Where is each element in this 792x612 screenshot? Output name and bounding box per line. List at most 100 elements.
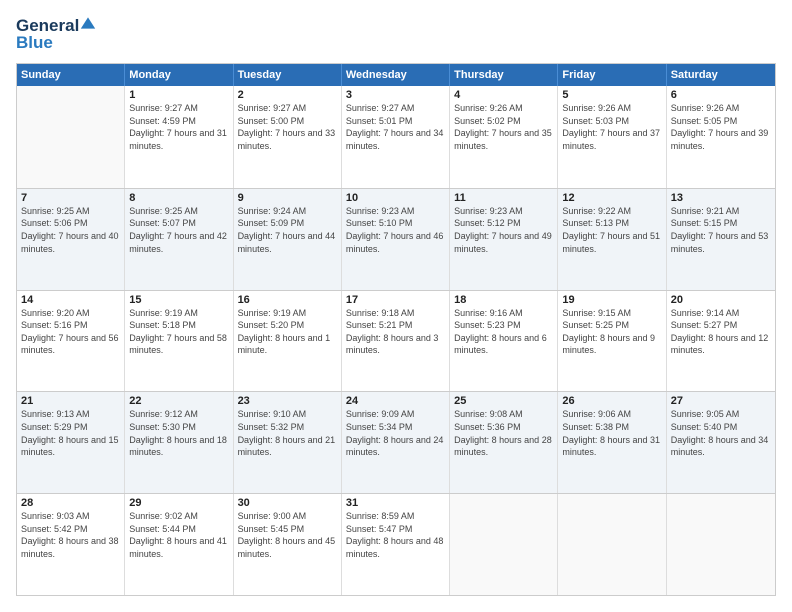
cell-day: 14 bbox=[21, 294, 120, 306]
calendar-cell: 26Sunrise: 9:06 AM Sunset: 5:38 PM Dayli… bbox=[558, 392, 666, 493]
cell-day: 6 bbox=[671, 89, 771, 101]
calendar-cell: 30Sunrise: 9:00 AM Sunset: 5:45 PM Dayli… bbox=[234, 494, 342, 595]
calendar-cell: 5Sunrise: 9:26 AM Sunset: 5:03 PM Daylig… bbox=[558, 86, 666, 188]
cell-day: 24 bbox=[346, 395, 445, 407]
cell-day: 26 bbox=[562, 395, 661, 407]
cell-info: Sunrise: 9:26 AM Sunset: 5:03 PM Dayligh… bbox=[562, 102, 661, 152]
calendar-cell: 13Sunrise: 9:21 AM Sunset: 5:15 PM Dayli… bbox=[667, 189, 775, 290]
cell-info: Sunrise: 9:19 AM Sunset: 5:18 PM Dayligh… bbox=[129, 307, 228, 357]
cell-info: Sunrise: 9:13 AM Sunset: 5:29 PM Dayligh… bbox=[21, 408, 120, 458]
cell-info: Sunrise: 8:59 AM Sunset: 5:47 PM Dayligh… bbox=[346, 510, 445, 560]
cell-day: 9 bbox=[238, 192, 337, 204]
cell-day: 18 bbox=[454, 294, 553, 306]
cell-info: Sunrise: 9:15 AM Sunset: 5:25 PM Dayligh… bbox=[562, 307, 661, 357]
calendar-cell: 8Sunrise: 9:25 AM Sunset: 5:07 PM Daylig… bbox=[125, 189, 233, 290]
cell-info: Sunrise: 9:26 AM Sunset: 5:02 PM Dayligh… bbox=[454, 102, 553, 152]
calendar-cell: 7Sunrise: 9:25 AM Sunset: 5:06 PM Daylig… bbox=[17, 189, 125, 290]
calendar-cell: 23Sunrise: 9:10 AM Sunset: 5:32 PM Dayli… bbox=[234, 392, 342, 493]
cell-day: 13 bbox=[671, 192, 771, 204]
calendar-body: 1Sunrise: 9:27 AM Sunset: 4:59 PM Daylig… bbox=[17, 86, 775, 595]
cell-info: Sunrise: 9:14 AM Sunset: 5:27 PM Dayligh… bbox=[671, 307, 771, 357]
calendar-cell: 2Sunrise: 9:27 AM Sunset: 5:00 PM Daylig… bbox=[234, 86, 342, 188]
col-header-tuesday: Tuesday bbox=[234, 64, 342, 86]
calendar-cell bbox=[558, 494, 666, 595]
col-header-saturday: Saturday bbox=[667, 64, 775, 86]
cell-info: Sunrise: 9:05 AM Sunset: 5:40 PM Dayligh… bbox=[671, 408, 771, 458]
cell-info: Sunrise: 9:23 AM Sunset: 5:10 PM Dayligh… bbox=[346, 205, 445, 255]
page: General Blue SundayMondayTuesdayWednesda… bbox=[0, 0, 792, 612]
calendar-cell: 17Sunrise: 9:18 AM Sunset: 5:21 PM Dayli… bbox=[342, 291, 450, 392]
cell-day: 28 bbox=[21, 497, 120, 509]
cell-day: 20 bbox=[671, 294, 771, 306]
cell-info: Sunrise: 9:25 AM Sunset: 5:06 PM Dayligh… bbox=[21, 205, 120, 255]
cell-day: 30 bbox=[238, 497, 337, 509]
calendar-cell: 24Sunrise: 9:09 AM Sunset: 5:34 PM Dayli… bbox=[342, 392, 450, 493]
cell-day: 15 bbox=[129, 294, 228, 306]
logo-triangle-icon bbox=[80, 15, 96, 31]
calendar-cell: 22Sunrise: 9:12 AM Sunset: 5:30 PM Dayli… bbox=[125, 392, 233, 493]
calendar-cell: 29Sunrise: 9:02 AM Sunset: 5:44 PM Dayli… bbox=[125, 494, 233, 595]
cell-info: Sunrise: 9:27 AM Sunset: 4:59 PM Dayligh… bbox=[129, 102, 228, 152]
cell-info: Sunrise: 9:27 AM Sunset: 5:01 PM Dayligh… bbox=[346, 102, 445, 152]
cell-day: 1 bbox=[129, 89, 228, 101]
cell-day: 17 bbox=[346, 294, 445, 306]
calendar-cell: 16Sunrise: 9:19 AM Sunset: 5:20 PM Dayli… bbox=[234, 291, 342, 392]
calendar-cell: 6Sunrise: 9:26 AM Sunset: 5:05 PM Daylig… bbox=[667, 86, 775, 188]
cell-info: Sunrise: 9:12 AM Sunset: 5:30 PM Dayligh… bbox=[129, 408, 228, 458]
calendar-cell: 27Sunrise: 9:05 AM Sunset: 5:40 PM Dayli… bbox=[667, 392, 775, 493]
calendar-week-0: 1Sunrise: 9:27 AM Sunset: 4:59 PM Daylig… bbox=[17, 86, 775, 188]
cell-day: 23 bbox=[238, 395, 337, 407]
logo-blue-label: Blue bbox=[16, 33, 53, 53]
cell-day: 7 bbox=[21, 192, 120, 204]
calendar-cell: 20Sunrise: 9:14 AM Sunset: 5:27 PM Dayli… bbox=[667, 291, 775, 392]
calendar-cell bbox=[667, 494, 775, 595]
cell-day: 10 bbox=[346, 192, 445, 204]
cell-info: Sunrise: 9:21 AM Sunset: 5:15 PM Dayligh… bbox=[671, 205, 771, 255]
calendar-week-4: 28Sunrise: 9:03 AM Sunset: 5:42 PM Dayli… bbox=[17, 493, 775, 595]
cell-day: 5 bbox=[562, 89, 661, 101]
calendar-cell: 18Sunrise: 9:16 AM Sunset: 5:23 PM Dayli… bbox=[450, 291, 558, 392]
cell-day: 31 bbox=[346, 497, 445, 509]
calendar-cell: 15Sunrise: 9:19 AM Sunset: 5:18 PM Dayli… bbox=[125, 291, 233, 392]
col-header-monday: Monday bbox=[125, 64, 233, 86]
cell-day: 3 bbox=[346, 89, 445, 101]
cell-day: 29 bbox=[129, 497, 228, 509]
calendar-cell: 21Sunrise: 9:13 AM Sunset: 5:29 PM Dayli… bbox=[17, 392, 125, 493]
cell-info: Sunrise: 9:18 AM Sunset: 5:21 PM Dayligh… bbox=[346, 307, 445, 357]
col-header-thursday: Thursday bbox=[450, 64, 558, 86]
calendar-cell: 3Sunrise: 9:27 AM Sunset: 5:01 PM Daylig… bbox=[342, 86, 450, 188]
cell-info: Sunrise: 9:10 AM Sunset: 5:32 PM Dayligh… bbox=[238, 408, 337, 458]
cell-info: Sunrise: 9:16 AM Sunset: 5:23 PM Dayligh… bbox=[454, 307, 553, 357]
cell-day: 21 bbox=[21, 395, 120, 407]
header: General Blue bbox=[16, 16, 776, 53]
calendar-week-3: 21Sunrise: 9:13 AM Sunset: 5:29 PM Dayli… bbox=[17, 391, 775, 493]
calendar-cell: 1Sunrise: 9:27 AM Sunset: 4:59 PM Daylig… bbox=[125, 86, 233, 188]
cell-day: 27 bbox=[671, 395, 771, 407]
cell-info: Sunrise: 9:26 AM Sunset: 5:05 PM Dayligh… bbox=[671, 102, 771, 152]
calendar-cell: 25Sunrise: 9:08 AM Sunset: 5:36 PM Dayli… bbox=[450, 392, 558, 493]
calendar-week-2: 14Sunrise: 9:20 AM Sunset: 5:16 PM Dayli… bbox=[17, 290, 775, 392]
calendar-cell: 10Sunrise: 9:23 AM Sunset: 5:10 PM Dayli… bbox=[342, 189, 450, 290]
cell-day: 4 bbox=[454, 89, 553, 101]
col-header-wednesday: Wednesday bbox=[342, 64, 450, 86]
cell-day: 2 bbox=[238, 89, 337, 101]
calendar-cell: 4Sunrise: 9:26 AM Sunset: 5:02 PM Daylig… bbox=[450, 86, 558, 188]
calendar-cell bbox=[450, 494, 558, 595]
calendar-cell: 19Sunrise: 9:15 AM Sunset: 5:25 PM Dayli… bbox=[558, 291, 666, 392]
calendar-cell: 28Sunrise: 9:03 AM Sunset: 5:42 PM Dayli… bbox=[17, 494, 125, 595]
cell-day: 8 bbox=[129, 192, 228, 204]
cell-day: 25 bbox=[454, 395, 553, 407]
cell-info: Sunrise: 9:08 AM Sunset: 5:36 PM Dayligh… bbox=[454, 408, 553, 458]
calendar-cell: 11Sunrise: 9:23 AM Sunset: 5:12 PM Dayli… bbox=[450, 189, 558, 290]
calendar-cell: 9Sunrise: 9:24 AM Sunset: 5:09 PM Daylig… bbox=[234, 189, 342, 290]
cell-info: Sunrise: 9:27 AM Sunset: 5:00 PM Dayligh… bbox=[238, 102, 337, 152]
cell-info: Sunrise: 9:06 AM Sunset: 5:38 PM Dayligh… bbox=[562, 408, 661, 458]
cell-info: Sunrise: 9:25 AM Sunset: 5:07 PM Dayligh… bbox=[129, 205, 228, 255]
cell-day: 11 bbox=[454, 192, 553, 204]
cell-info: Sunrise: 9:22 AM Sunset: 5:13 PM Dayligh… bbox=[562, 205, 661, 255]
cell-info: Sunrise: 9:19 AM Sunset: 5:20 PM Dayligh… bbox=[238, 307, 337, 357]
cell-day: 12 bbox=[562, 192, 661, 204]
calendar-cell bbox=[17, 86, 125, 188]
calendar-header: SundayMondayTuesdayWednesdayThursdayFrid… bbox=[17, 64, 775, 86]
col-header-sunday: Sunday bbox=[17, 64, 125, 86]
